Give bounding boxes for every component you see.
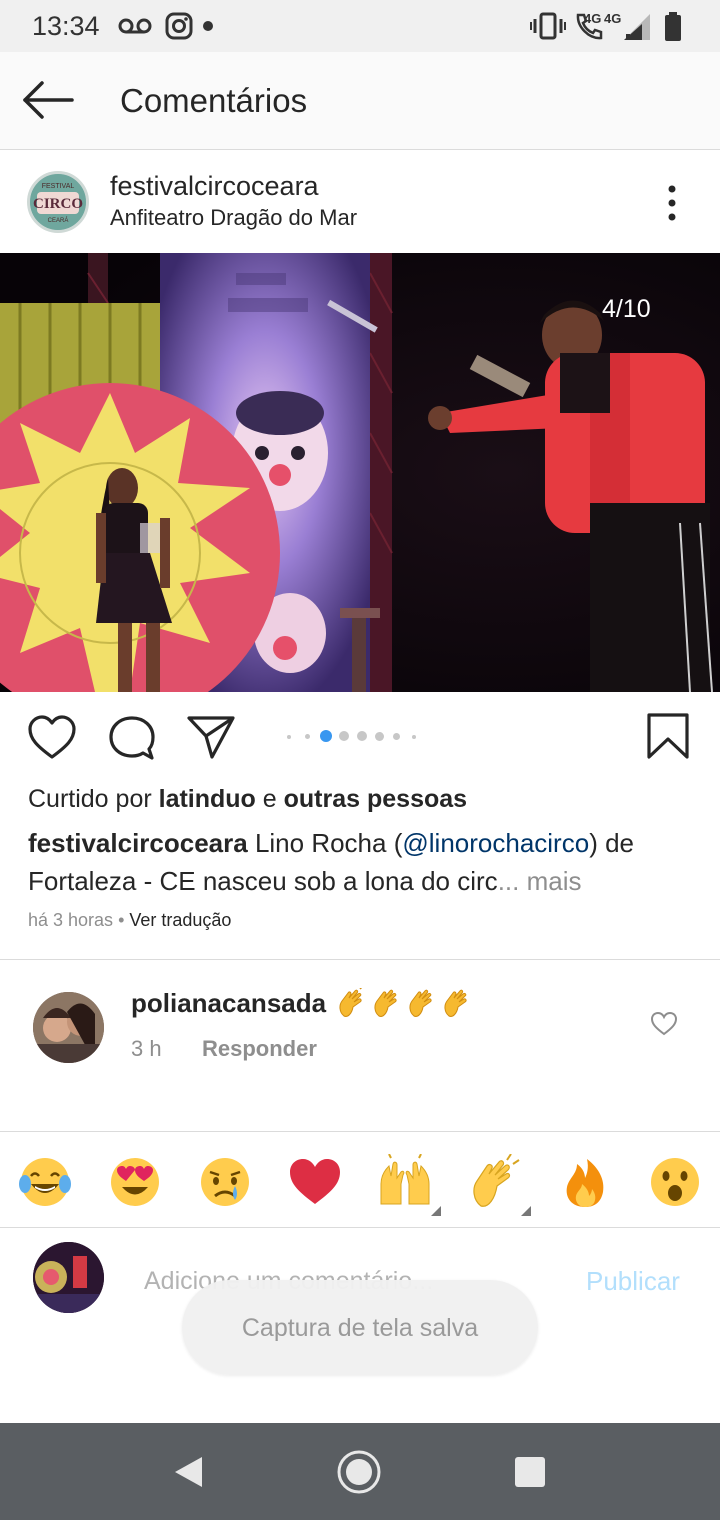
festival-logo-icon: CIRCO FESTIVAL CEARÁ	[30, 174, 86, 230]
carousel-dot	[393, 733, 400, 740]
share-send-icon[interactable]	[186, 714, 236, 760]
clapping-hands-icon	[444, 989, 467, 1017]
system-nav-bar	[0, 1423, 720, 1520]
profile-avatar[interactable]: CIRCO FESTIVAL CEARÁ	[27, 171, 89, 233]
likes-summary[interactable]: Curtido por latinduo e outras pessoas	[28, 785, 467, 814]
app-bar: Comentários	[0, 52, 720, 150]
likes-middle: e	[255, 785, 284, 813]
more-options-icon[interactable]	[662, 183, 682, 223]
skin-tone-indicator	[431, 1206, 441, 1216]
like-heart-icon[interactable]	[27, 715, 77, 761]
skin-tone-indicator	[521, 1206, 531, 1216]
clapping-hands-icon	[409, 989, 432, 1017]
vibrate-icon	[530, 12, 566, 40]
signal-icon	[624, 14, 650, 40]
status-time: 13:34	[32, 11, 100, 41]
clapping-hands-emoji-icon[interactable]	[467, 1154, 523, 1210]
recents-nav-icon[interactable]	[514, 1456, 546, 1488]
network-type-label: 4G	[584, 11, 602, 26]
carousel-dot	[375, 732, 384, 741]
meta-separator: •	[113, 910, 130, 930]
status-bar: 13:34 4G 4G	[0, 0, 720, 52]
quick-emoji-bar	[0, 1131, 720, 1228]
current-user-avatar	[33, 1242, 104, 1313]
carousel-dot	[339, 731, 349, 741]
likes-others[interactable]: outras pessoas	[284, 785, 467, 813]
home-nav-icon[interactable]	[336, 1449, 382, 1495]
post-meta: há 3 horas • Ver tradução	[28, 910, 231, 931]
publish-button[interactable]: Publicar	[586, 1266, 680, 1297]
post-username[interactable]: festivalcircoceara	[110, 171, 319, 202]
likes-prefix: Curtido por	[28, 785, 159, 813]
comment-username[interactable]: polianacansada	[131, 988, 326, 1019]
battery-icon	[665, 12, 681, 41]
current-user-photo	[33, 1242, 104, 1313]
post-time: há 3 horas	[28, 910, 114, 930]
heart-eyes-emoji-icon[interactable]	[107, 1154, 163, 1210]
caption-text-before: Lino Rocha (	[247, 828, 403, 858]
page-title: Comentários	[120, 82, 308, 119]
caption-username[interactable]: festivalcircoceara	[28, 828, 248, 858]
instagram-icon	[165, 12, 193, 40]
toast-message: Captura de tela salva	[241, 1314, 479, 1342]
svg-text:FESTIVAL: FESTIVAL	[42, 183, 75, 190]
raising-hands-emoji-icon[interactable]	[377, 1154, 433, 1210]
clapping-hands-icon	[374, 989, 397, 1017]
likes-user[interactable]: latinduo	[159, 785, 256, 813]
reply-button[interactable]: Responder	[202, 1036, 317, 1062]
caption-more-link[interactable]: ... mais	[498, 866, 582, 896]
carousel-dot	[305, 734, 310, 739]
commenter-avatar[interactable]	[33, 992, 104, 1063]
post-header: CIRCO FESTIVAL CEARÁ festivalcircoceara …	[0, 151, 720, 253]
clapping-hands-icon	[339, 988, 363, 1017]
comment-time: 3 h	[131, 1036, 162, 1061]
post-photo[interactable]: 4/10	[0, 253, 720, 692]
bookmark-save-icon[interactable]	[646, 712, 690, 760]
commenter-photo	[33, 992, 104, 1063]
see-translation-link[interactable]: Ver tradução	[129, 910, 231, 930]
divider	[0, 959, 720, 960]
toast-notification: Captura de tela salva	[182, 1280, 538, 1375]
caption-mention[interactable]: @linorochacirco	[402, 828, 589, 858]
post-caption: festivalcircoceara Lino Rocha (@linoroch…	[28, 824, 698, 900]
back-arrow-icon[interactable]	[22, 80, 74, 120]
comment-like-heart-icon[interactable]	[650, 1011, 678, 1037]
network-type-label-2: 4G	[604, 11, 622, 26]
back-nav-icon[interactable]	[172, 1455, 204, 1489]
post-location[interactable]: Anfiteatro Dragão do Mar	[110, 205, 357, 231]
carousel-dot	[287, 735, 291, 739]
voicemail-icon	[118, 18, 152, 34]
svg-text:CEARÁ: CEARÁ	[48, 217, 69, 224]
red-heart-emoji-icon[interactable]	[287, 1154, 343, 1210]
notification-dot-icon	[203, 21, 213, 31]
carousel-indicator	[287, 730, 427, 742]
crying-face-emoji-icon[interactable]	[197, 1154, 253, 1210]
carousel-dot	[412, 735, 416, 739]
carousel-dot-active	[320, 730, 332, 742]
svg-text:CIRCO: CIRCO	[33, 196, 83, 212]
astonished-face-emoji-icon[interactable]	[647, 1154, 703, 1210]
carousel-dot	[357, 731, 367, 741]
comment-bubble-icon[interactable]	[108, 715, 156, 761]
post-actions	[0, 692, 720, 782]
fire-emoji-icon[interactable]	[557, 1154, 613, 1210]
photo-counter: 4/10	[602, 295, 651, 323]
tears-of-joy-emoji-icon[interactable]	[17, 1154, 73, 1210]
